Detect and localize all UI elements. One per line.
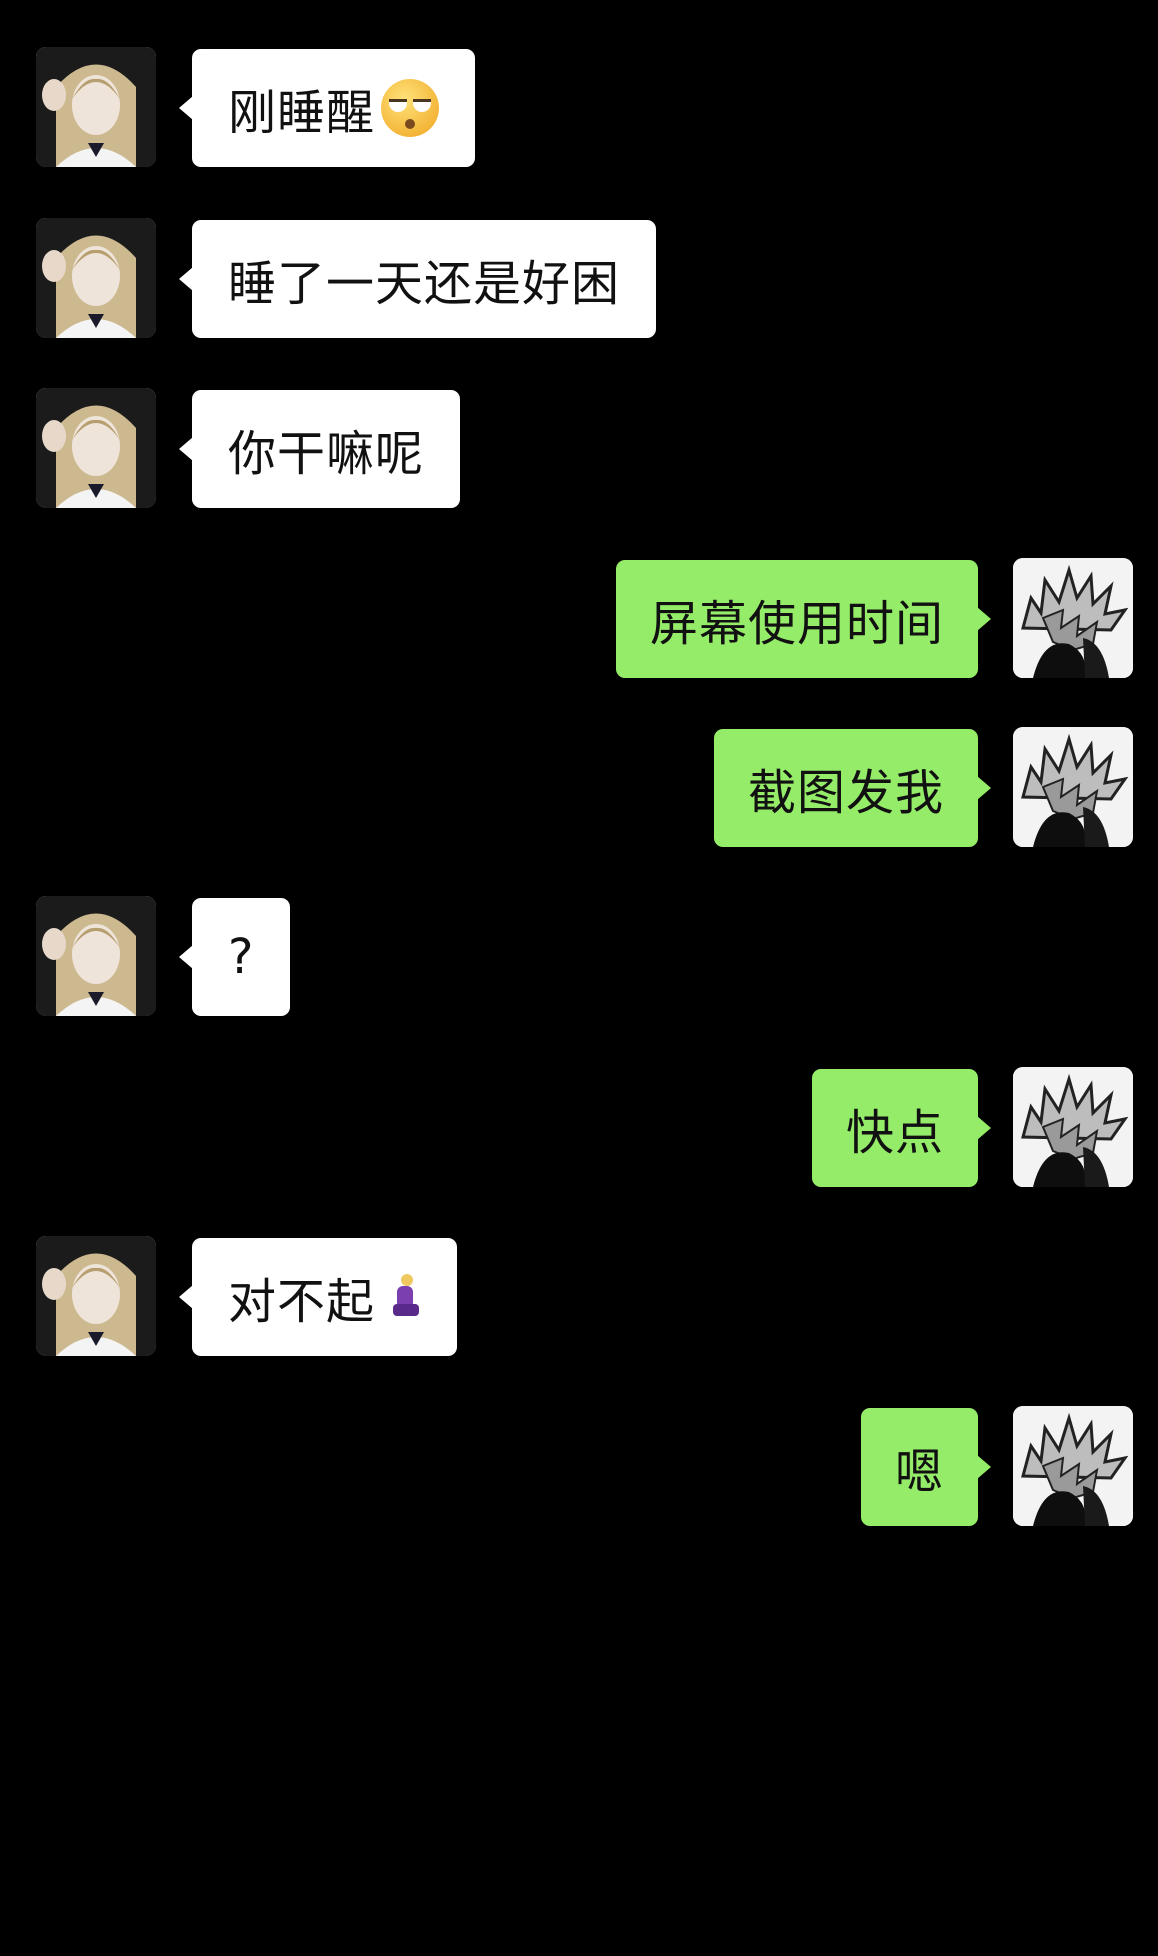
girl-portrait-icon — [36, 1236, 156, 1356]
message-bubble[interactable]: 截图发我 — [713, 729, 991, 847]
face-with-rolling-eyes-emoji — [381, 79, 440, 137]
message-bubble[interactable]: 睡了一天还是好困 — [179, 220, 657, 338]
user-avatar[interactable] — [1013, 1067, 1133, 1187]
contact-avatar[interactable] — [36, 47, 156, 167]
girl-portrait-icon — [36, 218, 156, 338]
message-text: 截图发我 — [747, 765, 944, 821]
message-text: 你干嘛呢 — [228, 426, 425, 482]
message-row-incoming: 睡了一天还是好困 — [0, 218, 1158, 338]
chat-message-list[interactable]: 刚睡醒 睡了一天还是好困 你干嘛呢 屏幕使用时间 截图发我 ? 快点 对不起 嗯 — [0, 0, 1158, 1956]
message-row-outgoing: 快点 — [0, 1067, 1158, 1187]
message-bubble[interactable]: 刚睡醒 — [179, 49, 476, 167]
spiky-hair-manga-icon — [1013, 1067, 1133, 1187]
message-row-incoming: 对不起 — [0, 1236, 1158, 1356]
girl-portrait-icon — [36, 47, 156, 167]
message-text: 嗯 — [894, 1444, 944, 1500]
message-row-incoming: 刚睡醒 — [0, 47, 1158, 167]
message-bubble[interactable]: 屏幕使用时间 — [615, 560, 991, 678]
message-bubble[interactable]: ? — [179, 898, 291, 1016]
contact-avatar[interactable] — [36, 896, 156, 1016]
contact-avatar[interactable] — [36, 218, 156, 338]
message-text: 屏幕使用时间 — [649, 596, 944, 652]
message-bubble[interactable]: 快点 — [811, 1069, 991, 1187]
message-row-incoming: ? — [0, 896, 1158, 1016]
user-avatar[interactable] — [1013, 558, 1133, 678]
girl-portrait-icon — [36, 896, 156, 1016]
message-text: 睡了一天还是好困 — [228, 256, 621, 312]
message-text: 对不起 — [228, 1274, 376, 1330]
user-avatar[interactable] — [1013, 1406, 1133, 1526]
message-row-outgoing: 屏幕使用时间 — [0, 558, 1158, 678]
message-row-outgoing: 嗯 — [0, 1406, 1158, 1526]
contact-avatar[interactable] — [36, 1236, 156, 1356]
message-bubble[interactable]: 你干嘛呢 — [179, 390, 461, 508]
contact-avatar[interactable] — [36, 388, 156, 508]
spiky-hair-manga-icon — [1013, 727, 1133, 847]
spiky-hair-manga-icon — [1013, 1406, 1133, 1526]
message-row-outgoing: 截图发我 — [0, 727, 1158, 847]
message-bubble[interactable]: 嗯 — [860, 1408, 991, 1526]
message-text: 快点 — [845, 1105, 944, 1161]
message-row-incoming: 你干嘛呢 — [0, 388, 1158, 508]
girl-portrait-icon — [36, 388, 156, 508]
message-text: 刚睡醒 — [228, 85, 376, 141]
spiky-hair-manga-icon — [1013, 558, 1133, 678]
user-avatar[interactable] — [1013, 727, 1133, 847]
message-text: ? — [228, 929, 255, 985]
message-bubble[interactable]: 对不起 — [179, 1238, 458, 1356]
person-kneeling-emoji — [391, 1274, 421, 1320]
